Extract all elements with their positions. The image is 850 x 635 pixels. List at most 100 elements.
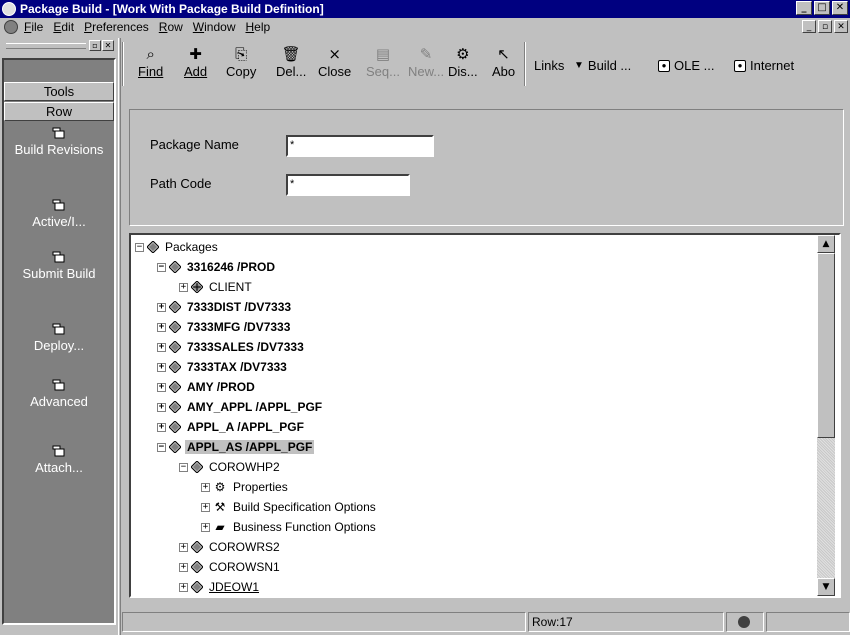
expand-icon[interactable]: + [157, 422, 166, 432]
tree-node[interactable]: +7333TAX /DV7333 [157, 358, 289, 376]
tree-node[interactable]: +7333MFG /DV7333 [157, 318, 292, 336]
tree-node-label: APPL_A /APPL_PGF [187, 420, 304, 434]
tree-vertical-scrollbar[interactable]: ▲ ▼ [817, 235, 835, 596]
tree-node-label: Business Function Options [233, 520, 376, 534]
menu-row[interactable]: Row [159, 20, 183, 34]
collapse-icon[interactable]: − [157, 262, 166, 272]
tree-node[interactable]: + ⚒ Build Specification Options [201, 498, 378, 516]
tree-node[interactable]: + AMY /PROD [157, 378, 257, 396]
panel-splitter[interactable] [118, 38, 121, 635]
close-form-button[interactable]: × Close [318, 44, 351, 79]
package-name-field[interactable]: * [286, 135, 434, 157]
tree-node[interactable]: − 3316246 /PROD [157, 258, 277, 276]
form-exit-icon [52, 251, 65, 263]
expand-icon[interactable]: + [179, 562, 188, 572]
package-diamond-icon [169, 261, 181, 273]
seq-button[interactable]: ▤ Seq... [366, 44, 400, 79]
expand-icon[interactable]: + [157, 362, 166, 372]
tree-node-label: JDEOW1 [209, 580, 260, 594]
doc-minimize-button[interactable]: _ [802, 20, 816, 33]
tree-node[interactable]: +7333DIST /DV7333 [157, 298, 293, 316]
build-menu[interactable]: ▼ Build ... [574, 58, 631, 73]
ole-button[interactable]: ● OLE ... [658, 58, 714, 73]
expand-icon[interactable]: + [179, 282, 188, 292]
tree-node[interactable]: − COROWHP2 [179, 458, 282, 476]
exit-submit-build[interactable]: Submit Build [4, 250, 114, 282]
expand-icon[interactable]: + [201, 482, 210, 492]
collapse-icon[interactable]: − [135, 242, 144, 252]
find-button[interactable]: ⌕ Find [138, 44, 163, 79]
exit-advanced[interactable]: Advanced [4, 378, 114, 410]
tree-node[interactable]: + ⚙ Properties [201, 478, 290, 496]
tree-node[interactable]: + ▰ Business Function Options [201, 518, 378, 536]
maximize-button[interactable]: □ [814, 1, 830, 15]
globe-icon [738, 616, 750, 628]
menu-help[interactable]: Help [245, 20, 270, 34]
new-button[interactable]: ✎ New... [408, 44, 444, 79]
doc-close-button[interactable]: ✕ [834, 20, 848, 33]
tree-node[interactable]: + CLIENT [179, 278, 254, 296]
copy-button[interactable]: ⎘ Copy [226, 44, 256, 79]
expand-icon[interactable]: + [201, 522, 210, 532]
collapse-icon[interactable]: − [179, 462, 188, 472]
expand-icon[interactable]: + [157, 322, 166, 332]
display-button[interactable]: ⚙ Dis... [448, 44, 478, 79]
exit-attach[interactable]: Attach... [4, 444, 114, 476]
tree-node[interactable]: +7333SALES /DV7333 [157, 338, 306, 356]
tree-node[interactable]: − Packages [135, 238, 220, 256]
exit-bar-restore-button[interactable]: ▫ [89, 40, 101, 51]
exit-label: Deploy... [33, 338, 85, 353]
add-button[interactable]: ✚ Add [184, 44, 207, 79]
delete-button[interactable]: 🗑 Del... [276, 44, 306, 79]
exit-active-i[interactable]: Active/I... [4, 198, 114, 230]
toolbar: ⌕ Find ✚ Add ⎘ Copy 🗑 Del... × Close ▤ Seq... … [122, 38, 850, 98]
tools-tab[interactable]: Tools [4, 82, 114, 101]
tree-node-label: Build Specification Options [233, 500, 376, 514]
exit-bar-close-button[interactable]: ✕ [102, 40, 114, 51]
scroll-thumb[interactable] [817, 253, 835, 438]
package-diamond-icon [169, 301, 181, 313]
document-icon[interactable] [4, 20, 18, 34]
exit-build-revisions[interactable]: Build Revisions [4, 126, 114, 158]
expand-icon[interactable]: + [201, 502, 210, 512]
tree-node[interactable]: + COROWRS2 [179, 538, 282, 556]
tree-node[interactable]: + APPL_A /APPL_PGF [157, 418, 306, 436]
package-diamond-icon [169, 421, 181, 433]
expand-icon[interactable]: + [157, 302, 166, 312]
package-diamond-icon [169, 401, 181, 413]
menu-window[interactable]: Window [193, 20, 236, 34]
menu-bar: File Edit Preferences Row Window Help _ ▫ ✕ [0, 18, 850, 36]
expand-icon[interactable]: + [157, 342, 166, 352]
expand-icon[interactable]: + [157, 382, 166, 392]
form-exit-icon [52, 445, 65, 457]
package-diamond-icon [191, 461, 203, 473]
scroll-up-button[interactable]: ▲ [817, 235, 835, 253]
collapse-icon[interactable]: − [157, 442, 166, 452]
menu-preferences[interactable]: Preferences [84, 20, 149, 34]
package-diamond-icon [147, 241, 159, 253]
expand-icon[interactable]: + [179, 542, 188, 552]
form-exit-icon [52, 199, 65, 211]
ole-icon: ● [658, 59, 670, 72]
close-button[interactable]: ✕ [832, 1, 848, 15]
minimize-button[interactable]: _ [796, 1, 812, 15]
menu-file[interactable]: File [24, 20, 43, 34]
tree-node[interactable]: + JDEOW1 [179, 578, 261, 596]
expand-icon[interactable]: + [157, 402, 166, 412]
doc-restore-button[interactable]: ▫ [818, 20, 832, 33]
tree-node-label: COROWRS2 [209, 540, 280, 554]
scroll-down-button[interactable]: ▼ [817, 578, 835, 596]
tree-node[interactable]: + AMY_APPL /APPL_PGF [157, 398, 324, 416]
menu-edit[interactable]: Edit [53, 20, 74, 34]
about-button[interactable]: ↖ Abo [492, 44, 515, 79]
row-tab[interactable]: Row [4, 102, 114, 121]
find-icon: ⌕ [146, 45, 155, 63]
expand-icon[interactable]: + [179, 582, 188, 592]
path-code-field[interactable]: * [286, 174, 410, 196]
exit-deploy[interactable]: Deploy... [4, 322, 114, 354]
internet-button[interactable]: ● Internet [734, 58, 794, 73]
links-menu[interactable]: Links [534, 58, 564, 73]
exit-bar-grip[interactable] [6, 43, 86, 49]
tree-node[interactable]: + COROWSN1 [179, 558, 282, 576]
tree-node[interactable]: − APPL_AS /APPL_PGF [157, 438, 315, 456]
